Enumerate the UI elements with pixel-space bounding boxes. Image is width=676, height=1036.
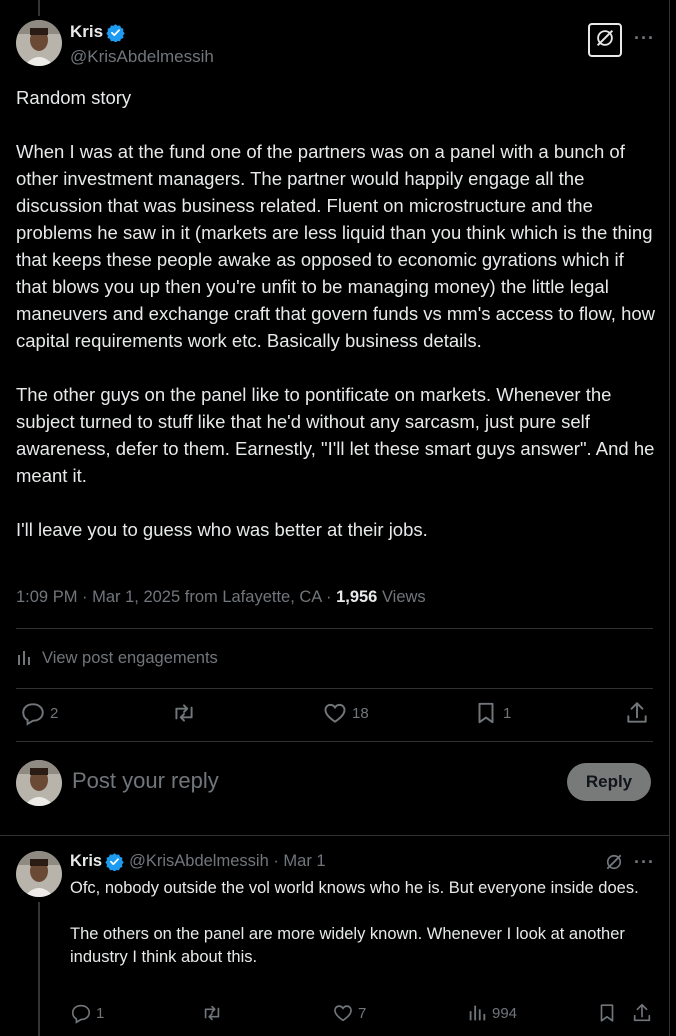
reply-input[interactable]: Post your reply	[72, 768, 219, 794]
reply-header: Kris @KrisAbdelmessih · Mar 1	[70, 852, 326, 872]
section-divider	[0, 835, 670, 836]
repost-icon	[171, 700, 197, 726]
grok-button[interactable]	[588, 23, 622, 57]
verified-badge-icon	[105, 852, 124, 872]
like-count: 18	[352, 704, 369, 722]
heart-icon	[322, 700, 348, 726]
post-actions: 2 18 1	[20, 700, 652, 730]
share-button[interactable]	[631, 1002, 653, 1024]
verified-badge-icon	[106, 23, 125, 43]
grok-icon[interactable]	[604, 852, 624, 877]
bookmark-button[interactable]	[596, 1002, 618, 1024]
more-options-icon[interactable]: ···	[634, 28, 655, 49]
analytics-icon	[466, 1002, 488, 1024]
author-handle[interactable]: @KrisAbdelmessih	[70, 47, 214, 67]
reply-icon	[20, 700, 46, 726]
reply-submit-button[interactable]: Reply	[567, 763, 651, 801]
views-count: 1,956	[336, 588, 378, 606]
reply-avatar[interactable]	[16, 851, 62, 897]
repost-button[interactable]	[201, 1002, 223, 1024]
author-name-row[interactable]: Kris	[70, 22, 125, 43]
like-count: 7	[358, 1004, 367, 1022]
reply-author-handle[interactable]: @KrisAbdelmessih · Mar 1	[129, 852, 325, 871]
reply-icon	[70, 1002, 92, 1024]
bookmark-icon	[473, 700, 499, 726]
reply-actions: 1 7 994	[70, 1002, 654, 1026]
bookmark-count: 1	[503, 704, 512, 722]
like-button[interactable]: 7	[332, 1002, 366, 1024]
column-border	[669, 0, 670, 1036]
author-name[interactable]: Kris	[70, 22, 103, 42]
share-icon	[624, 700, 650, 726]
views-label: Views	[377, 588, 426, 606]
thread-connector	[38, 0, 40, 16]
bookmark-icon	[596, 1002, 618, 1024]
post-meta: 1:09 PM · Mar 1, 2025 from Lafayette, CA…	[16, 588, 426, 607]
divider	[16, 741, 653, 742]
reply-body: Ofc, nobody outside the vol world knows …	[70, 879, 639, 966]
reply-author-name[interactable]: Kris	[70, 852, 102, 871]
avatar[interactable]	[16, 20, 62, 66]
engagements-label: View post engagements	[42, 649, 218, 667]
heart-icon	[332, 1002, 354, 1024]
analytics-icon	[16, 647, 36, 670]
bookmark-button[interactable]: 1	[473, 700, 511, 726]
composer-avatar[interactable]	[16, 760, 62, 806]
more-options-icon[interactable]: ···	[634, 852, 655, 873]
share-button[interactable]	[624, 700, 650, 726]
post-body: Random story When I was at the fund one …	[16, 87, 656, 540]
post-timestamp[interactable]: 1:09 PM · Mar 1, 2025 from Lafayette, CA…	[16, 588, 336, 606]
reply-count: 1	[96, 1004, 105, 1022]
repost-icon	[201, 1002, 223, 1024]
share-icon	[631, 1002, 653, 1024]
reply-count: 2	[50, 704, 59, 722]
divider	[16, 628, 653, 629]
views-button[interactable]: 994	[466, 1002, 517, 1024]
thread-connector	[38, 902, 40, 1036]
view-engagements-link[interactable]: View post engagements	[16, 647, 218, 670]
divider	[16, 688, 653, 689]
grok-icon	[594, 27, 616, 54]
reply-button[interactable]: 2	[20, 700, 58, 726]
reply-button[interactable]: 1	[70, 1002, 104, 1024]
like-button[interactable]: 18	[322, 700, 369, 726]
view-count: 994	[492, 1004, 518, 1022]
repost-button[interactable]	[171, 700, 201, 726]
